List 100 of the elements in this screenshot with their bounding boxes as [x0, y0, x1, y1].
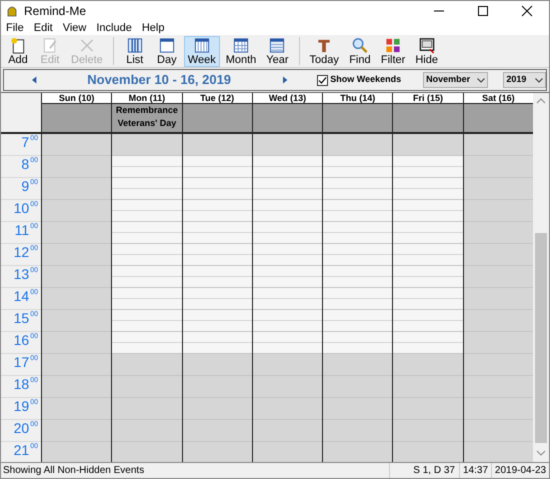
time-slot[interactable]: [393, 134, 463, 156]
event-label[interactable]: Remembrance: [116, 104, 178, 117]
maximize-icon[interactable]: [477, 5, 489, 17]
day-header: Thu (14): [323, 93, 392, 104]
hour-label: 17$^{00}$: [1, 354, 41, 376]
time-slot[interactable]: [112, 376, 182, 398]
hour-label: 13$^{00}$: [1, 266, 41, 288]
month-view-icon: [232, 36, 250, 54]
time-slot[interactable]: [393, 398, 463, 420]
previous-arrow-icon[interactable]: [32, 76, 38, 84]
day-header: Tue (12): [182, 93, 252, 104]
bell-icon: [6, 5, 18, 17]
time-slot[interactable]: [252, 420, 322, 442]
all-day-cell[interactable]: [464, 104, 533, 132]
new-page-icon: [9, 36, 27, 54]
day-header: Sun (10): [42, 93, 112, 104]
checkbox-label: Show Weekends: [330, 73, 402, 86]
hour-label: 9$^{00}$: [1, 178, 41, 200]
toolbar-button[interactable]: Hide: [411, 36, 442, 66]
menu-item[interactable]: Include: [96, 21, 132, 35]
hour-label: 15$^{00}$: [1, 310, 41, 332]
toolbar-button[interactable]: List: [120, 36, 150, 66]
time-slot[interactable]: [182, 376, 252, 398]
time-slot[interactable]: [112, 442, 182, 462]
check-icon: [318, 76, 328, 84]
week-view-icon: [192, 36, 211, 54]
all-day-cell[interactable]: [252, 104, 322, 132]
list-view-icon: [126, 36, 144, 54]
status-time: 14:37: [459, 463, 491, 478]
time-slot[interactable]: [182, 420, 252, 442]
window-title: Remind-Me: [24, 3, 88, 20]
all-day-cell[interactable]: [182, 104, 252, 132]
time-slot[interactable]: [252, 442, 322, 462]
hour-label: 12$^{00}$: [1, 244, 41, 266]
time-slot[interactable]: [182, 354, 252, 376]
status-date: 2019-04-23: [491, 463, 549, 478]
date-range-title: November 10 - 16, 2019: [87, 71, 232, 90]
hour-label: 8$^{00}$: [1, 156, 41, 178]
time-slot[interactable]: [252, 134, 322, 156]
hour-label: 16$^{00}$: [1, 332, 41, 354]
hour-label: 18$^{00}$: [1, 376, 41, 398]
day-header: Sat (16): [464, 93, 533, 104]
hour-label: 20$^{00}$: [1, 420, 41, 442]
all-day-cell[interactable]: Remembrance Veterans' Day: [112, 104, 182, 132]
time-slot[interactable]: [252, 376, 322, 398]
time-slot[interactable]: [323, 376, 392, 398]
magnifier-icon: [350, 36, 369, 54]
time-slot[interactable]: [182, 134, 252, 156]
year-dropdown[interactable]: 2019: [503, 72, 546, 88]
close-icon[interactable]: [521, 5, 533, 17]
checkbox[interactable]: [317, 74, 328, 86]
time-slot[interactable]: [252, 354, 322, 376]
hour-label: 7$^{00}$: [1, 134, 41, 156]
toolbar-button[interactable]: Year: [262, 36, 293, 66]
chevron-down-icon: [477, 78, 486, 82]
toolbar-button[interactable]: Filter: [376, 36, 410, 66]
menu-item[interactable]: Edit: [34, 21, 53, 35]
time-slot[interactable]: [393, 354, 463, 376]
month-dropdown[interactable]: November: [423, 72, 488, 88]
toolbar-button[interactable]: Week: [184, 36, 220, 66]
time-slot[interactable]: [323, 420, 392, 442]
all-day-cell[interactable]: [42, 104, 112, 132]
color-squares-icon: [384, 36, 402, 54]
day-header: Mon (11): [112, 93, 182, 104]
next-arrow-icon[interactable]: [283, 76, 288, 84]
time-slot[interactable]: [323, 134, 392, 156]
time-slot[interactable]: [323, 354, 392, 376]
hour-label: 19$^{00}$: [1, 398, 41, 420]
window-icon: [418, 36, 436, 54]
chevron-down-icon: [535, 78, 544, 82]
time-slot[interactable]: [323, 398, 392, 420]
toolbar-button[interactable]: Add: [3, 36, 33, 66]
time-slot[interactable]: [393, 442, 463, 462]
hour-label: 14$^{00}$: [1, 288, 41, 310]
time-slot[interactable]: [323, 442, 392, 462]
time-slot[interactable]: [112, 398, 182, 420]
menu-item[interactable]: Help: [142, 21, 164, 35]
all-day-cell[interactable]: [323, 104, 392, 132]
event-label[interactable]: Veterans' Day: [118, 117, 176, 130]
all-day-cell[interactable]: [393, 104, 463, 132]
toolbar-button[interactable]: Day: [152, 36, 182, 66]
day-header: Fri (15): [393, 93, 463, 104]
status-message: Showing All Non-Hidden Events: [2, 464, 146, 478]
hour-label: 10$^{00}$: [1, 200, 41, 222]
time-slot[interactable]: [112, 134, 182, 156]
toolbar-button[interactable]: Find: [344, 36, 375, 66]
menu-item[interactable]: File: [6, 21, 24, 35]
time-slot[interactable]: [393, 376, 463, 398]
time-slot[interactable]: [182, 398, 252, 420]
time-slot[interactable]: [252, 398, 322, 420]
toolbar-button[interactable]: Today: [306, 36, 343, 66]
hour-label: 11$^{00}$: [1, 222, 41, 244]
time-slot[interactable]: [393, 420, 463, 442]
toolbar-button[interactable]: Month: [222, 36, 260, 66]
time-slot[interactable]: [182, 442, 252, 462]
day-view-icon: [158, 36, 176, 54]
menu-item[interactable]: View: [62, 21, 86, 35]
time-slot[interactable]: [112, 354, 182, 376]
page-pencil-icon: [41, 36, 59, 54]
time-slot[interactable]: [112, 420, 182, 442]
